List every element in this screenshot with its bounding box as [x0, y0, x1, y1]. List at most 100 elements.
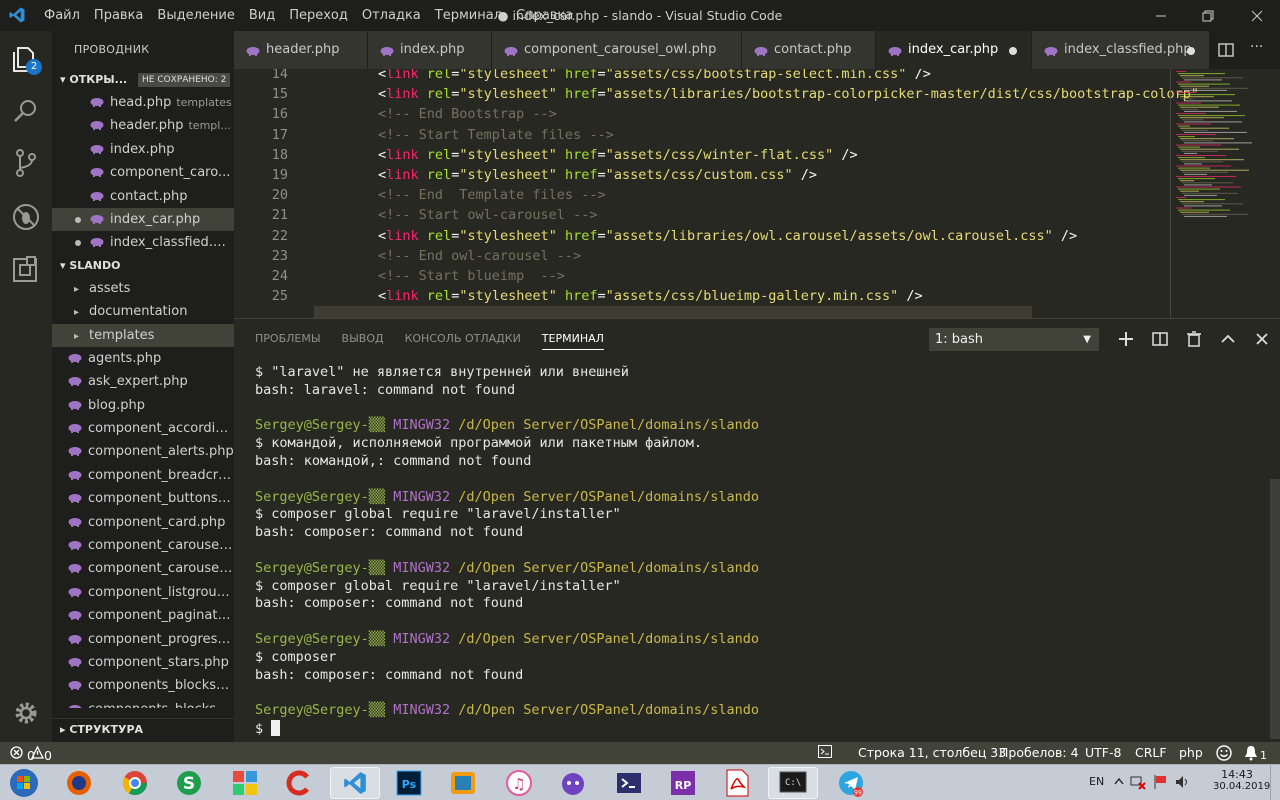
panel-tab[interactable]: КОНСОЛЬ ОТЛАДКИ	[405, 332, 521, 350]
file-item[interactable]: component_card.php	[52, 511, 234, 534]
github-cat-icon[interactable]	[548, 767, 598, 799]
line-ending[interactable]: CRLF	[1135, 745, 1167, 760]
file-item[interactable]: component_carousel_...	[52, 534, 234, 557]
panel-tab[interactable]: ВЫВОД	[342, 332, 384, 350]
notifications-icon[interactable]: 1	[1244, 745, 1267, 764]
problems-indicator[interactable]: 0 0	[10, 745, 52, 763]
chrome-icon[interactable]	[110, 767, 160, 799]
photoshop-icon[interactable]: Ps	[384, 767, 434, 799]
open-editor-item[interactable]: index.php	[52, 138, 234, 161]
vscode-taskbar-icon[interactable]	[330, 767, 380, 799]
minimize-button[interactable]	[1138, 0, 1184, 31]
pdf-reader-icon[interactable]	[712, 767, 762, 799]
menu-item[interactable]: Переход	[289, 8, 348, 23]
menu-item[interactable]: Выделение	[157, 8, 234, 23]
feedback-smiley-icon[interactable]	[1216, 745, 1232, 764]
panel-tab[interactable]: ТЕРМИНАЛ	[541, 332, 604, 350]
menu-item[interactable]: Вид	[249, 8, 275, 23]
gear-icon[interactable]	[10, 697, 42, 729]
minimap[interactable]	[1172, 69, 1268, 318]
file-item[interactable]: component_carousel_...	[52, 557, 234, 580]
skype-s-icon[interactable]: S	[164, 767, 214, 799]
open-editor-item[interactable]: header.php templ...	[52, 114, 234, 137]
outline-section[interactable]: ▸ СТРУКТУРА	[52, 718, 234, 740]
file-item[interactable]: components_blocks_...	[52, 698, 234, 708]
extensions-icon[interactable]	[10, 253, 42, 285]
telegram-icon[interactable]: 99	[826, 767, 876, 799]
folder-item[interactable]: ▸ templates	[52, 323, 234, 347]
terminal-output[interactable]: $ "laravel" не является внутренней или в…	[255, 364, 759, 738]
vscode-logo-icon[interactable]	[8, 6, 26, 24]
menu-item[interactable]: Отладка	[362, 8, 421, 23]
tab-header-php[interactable]: header.php	[234, 31, 368, 69]
flag-icon[interactable]	[1152, 774, 1168, 793]
maximize-panel-icon[interactable]	[1218, 329, 1238, 349]
tab-index_car-php[interactable]: index_car.php	[876, 31, 1032, 69]
tab-contact-php[interactable]: contact.php	[742, 31, 876, 69]
network-icon[interactable]	[1130, 774, 1146, 793]
close-window-button[interactable]	[1234, 0, 1280, 31]
language-indicator[interactable]: EN	[1089, 775, 1104, 788]
terminal-taskbar-icon[interactable]: C:\	[768, 767, 818, 799]
file-item[interactable]: ask_expert.php	[52, 370, 234, 393]
open-editor-item[interactable]: head.php templates	[52, 91, 234, 114]
panel-tab[interactable]: ПРОБЛЕМЫ	[255, 332, 321, 350]
file-item[interactable]: blog.php	[52, 394, 234, 417]
tab-index-php[interactable]: index.php	[368, 31, 492, 69]
folder-item[interactable]: ▸ documentation	[52, 300, 234, 323]
tab-index_classfied-php[interactable]: index_classfied.php	[1032, 31, 1210, 69]
indentation[interactable]: Пробелов: 4	[999, 745, 1079, 760]
clock[interactable]: 14:43 30.04.2019	[1213, 768, 1270, 792]
app-grid-icon[interactable]	[220, 767, 270, 799]
open-editors-section[interactable]: ▾ ОТКРЫ... НЕ СОХРАНЕНО: 2	[52, 69, 234, 91]
tray-chevron-icon[interactable]	[1114, 774, 1124, 791]
trash-icon[interactable]	[1184, 329, 1204, 349]
start-button-icon[interactable]	[4, 767, 44, 799]
open-editor-item[interactable]: contact.php	[52, 185, 234, 208]
file-item[interactable]: components_blocks_...	[52, 674, 234, 697]
ccleaner-icon[interactable]	[274, 767, 324, 799]
split-editor-icon[interactable]	[1218, 42, 1234, 62]
tab-component_carousel_owl-php[interactable]: component_carousel_owl.php	[492, 31, 742, 69]
powershell-icon[interactable]	[604, 767, 654, 799]
close-panel-icon[interactable]	[1252, 329, 1272, 349]
open-editor-item[interactable]: index_classfied.php	[52, 231, 234, 254]
cursor-position[interactable]: Строка 11, столбец 33	[858, 745, 1006, 760]
split-terminal-icon[interactable]	[1150, 329, 1170, 349]
file-item[interactable]: agents.php	[52, 347, 234, 370]
terminal-status-icon[interactable]	[818, 745, 832, 761]
file-item[interactable]: component_buttons.p...	[52, 487, 234, 510]
search-icon[interactable]	[10, 95, 42, 127]
explorer-icon[interactable]: 2	[10, 43, 42, 75]
file-item[interactable]: component_alerts.php	[52, 440, 234, 463]
wamp-server-icon[interactable]	[438, 767, 488, 799]
folder-item[interactable]: ▸ assets	[52, 277, 234, 300]
file-item[interactable]: component_breadcru...	[52, 464, 234, 487]
file-item[interactable]: component_progress....	[52, 628, 234, 651]
file-item[interactable]: component_paginatio...	[52, 604, 234, 627]
more-actions-icon[interactable]: ···	[1250, 39, 1263, 55]
menu-item[interactable]: Терминал	[435, 8, 502, 23]
open-editor-item[interactable]: component_caro...	[52, 161, 234, 184]
menu-item[interactable]: Файл	[44, 8, 80, 23]
source-control-icon[interactable]	[10, 147, 42, 179]
volume-icon[interactable]	[1174, 774, 1190, 793]
encoding[interactable]: UTF-8	[1085, 745, 1121, 760]
itunes-icon[interactable]: ♫	[494, 767, 544, 799]
open-editor-item[interactable]: index_car.php	[52, 207, 234, 232]
project-section[interactable]: ▾ SLANDO	[52, 255, 234, 277]
menu-item[interactable]: Правка	[94, 8, 143, 23]
new-terminal-icon[interactable]	[1116, 329, 1136, 349]
terminal-select[interactable]: 1: bash ▼	[929, 328, 1099, 351]
debug-icon[interactable]	[10, 201, 42, 233]
file-item[interactable]: component_stars.php	[52, 651, 234, 674]
code-editor[interactable]: 14 15 16 17 18 19 20 21 22 23 24 25 <link rel="style…	[234, 69, 1280, 318]
firefox-icon[interactable]	[54, 767, 104, 799]
terminal-scrollbar[interactable]	[1270, 479, 1280, 739]
restore-button[interactable]	[1185, 0, 1231, 31]
language-mode[interactable]: php	[1179, 745, 1203, 760]
show-desktop-button[interactable]	[1270, 765, 1280, 800]
rp-app-icon[interactable]: RP	[658, 767, 708, 799]
file-item[interactable]: component_accordio...	[52, 417, 234, 440]
file-item[interactable]: component_listgroup....	[52, 581, 234, 604]
